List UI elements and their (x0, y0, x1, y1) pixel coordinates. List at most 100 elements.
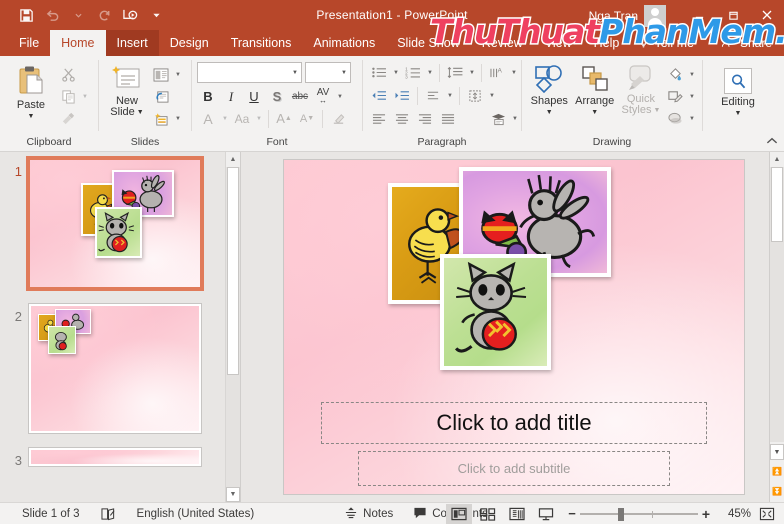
tab-home[interactable]: Home (50, 30, 106, 56)
canvas-scrollbar[interactable]: ▲ ▼ ⏫ ⏬ (769, 152, 784, 502)
shape-effects-chevron-down-icon[interactable]: ▼ (687, 108, 697, 129)
slideshow-icon[interactable] (118, 4, 142, 26)
zoom-level[interactable]: 45% (719, 508, 751, 520)
align-text-chevron-down-icon[interactable]: ▼ (445, 85, 455, 106)
customize-qat-chevron-down-icon[interactable] (144, 4, 168, 26)
font-size-chevron-down-icon[interactable]: ▼ (341, 70, 347, 76)
increase-indent-icon[interactable] (391, 85, 413, 106)
editing-chevron-down-icon[interactable]: ▼ (735, 110, 742, 117)
chevron-down-icon-undo[interactable] (66, 4, 90, 26)
new-slide-button[interactable]: New Slide ▼ (104, 62, 150, 121)
align-center-icon[interactable] (391, 108, 413, 129)
font-name-chevron-down-icon[interactable]: ▼ (292, 70, 298, 76)
increase-font-size-button[interactable]: A ▲ (273, 108, 295, 129)
minimize-button[interactable] (682, 0, 716, 30)
text-direction-chevron-down-icon[interactable]: ▼ (509, 62, 519, 83)
slide-editing-area[interactable]: Click to add title Click to add subtitle (284, 160, 744, 494)
zoom-in-button[interactable]: + (702, 506, 710, 522)
shape-effects-icon[interactable] (664, 108, 686, 129)
zoom-slider[interactable]: − + (568, 506, 710, 522)
convert-to-smartart-icon[interactable] (464, 85, 486, 106)
thumbnail-slide-2[interactable]: 2 (0, 289, 240, 434)
slideshow-view-button[interactable] (533, 504, 559, 524)
thumbnail-scrollbar-track[interactable] (226, 167, 240, 487)
tab-view[interactable]: View (534, 30, 583, 56)
bullets-icon[interactable] (368, 62, 390, 83)
shape-outline-icon[interactable] (664, 86, 686, 107)
reset-icon[interactable] (150, 86, 172, 107)
tab-design[interactable]: Design (159, 30, 220, 56)
decrease-indent-icon[interactable] (368, 85, 390, 106)
zoom-track[interactable] (579, 507, 698, 521)
thumbnail-pane-scrollbar[interactable]: ▲ ▼ (225, 152, 240, 502)
text-shadow-button[interactable]: S (266, 86, 288, 107)
thumbnail-image-3[interactable] (28, 447, 202, 467)
tab-insert[interactable]: Insert (105, 30, 159, 56)
align-right-icon[interactable] (414, 108, 436, 129)
convert-to-smartart-chevron-down-icon[interactable]: ▼ (487, 85, 497, 106)
previous-slide-button[interactable]: ⏫ (770, 462, 784, 480)
columns-chevron-down-icon[interactable]: ▼ (510, 108, 520, 129)
tell-me-box[interactable]: Tell me (630, 30, 702, 56)
change-case-chevron-down-icon[interactable]: ▼ (254, 108, 264, 129)
copy-icon[interactable] (57, 86, 79, 107)
columns-icon[interactable] (487, 108, 509, 129)
zoom-out-button[interactable]: − (568, 506, 576, 521)
canvas-scrollbar-track[interactable] (770, 167, 784, 442)
next-slide-button[interactable]: ⏬ (770, 482, 784, 500)
decrease-font-size-button[interactable]: A ▼ (296, 108, 318, 129)
arrange-button[interactable]: Arrange ▼ (572, 62, 618, 118)
numbering-icon[interactable]: 123 (402, 62, 424, 83)
thumbnail-scroll-down-arrow[interactable]: ▼ (226, 487, 240, 502)
tab-animations[interactable]: Animations (302, 30, 386, 56)
editing-button[interactable]: Editing ▼ (717, 66, 759, 119)
subtitle-placeholder[interactable]: Click to add subtitle (357, 450, 671, 486)
close-button[interactable] (750, 0, 784, 30)
shapes-chevron-down-icon[interactable]: ▼ (546, 109, 553, 116)
bullets-chevron-down-icon[interactable]: ▼ (391, 62, 401, 83)
canvas-scrollbar-thumb[interactable] (771, 167, 783, 242)
title-placeholder[interactable]: Click to add title (320, 402, 708, 444)
undo-icon[interactable] (40, 4, 64, 26)
thumbnail-image-1[interactable] (26, 156, 204, 291)
zoom-thumb[interactable] (617, 507, 624, 521)
font-size-input[interactable]: ▼ (305, 62, 351, 83)
strikethrough-button[interactable]: abc (289, 86, 311, 107)
spellcheck-icon[interactable] (90, 507, 127, 521)
thumbnail-slide-3[interactable]: 3 (0, 434, 240, 468)
justify-icon[interactable] (437, 108, 459, 129)
quick-styles-chevron-down-icon[interactable]: ▼ (653, 105, 660, 117)
tab-transitions[interactable]: Transitions (220, 30, 303, 56)
text-direction-icon[interactable]: A (486, 62, 508, 83)
layout-chevron-down-icon[interactable]: ▼ (173, 64, 183, 85)
normal-view-button[interactable] (446, 503, 473, 524)
language-indicator[interactable]: English (United States) (127, 508, 265, 520)
account-info[interactable]: Nga Tran (589, 5, 666, 27)
tab-file[interactable]: File (8, 30, 50, 56)
italic-button[interactable]: I (220, 86, 242, 107)
avatar[interactable] (644, 5, 666, 27)
shape-outline-chevron-down-icon[interactable]: ▼ (687, 86, 697, 107)
quick-styles-button[interactable]: Quick Styles ▼ (618, 62, 664, 119)
share-button[interactable]: Share (713, 36, 780, 51)
underline-button[interactable]: U (243, 86, 265, 107)
change-case-button[interactable]: Aa (231, 108, 253, 129)
align-text-icon[interactable] (422, 85, 444, 106)
section-chevron-down-icon[interactable]: ▼ (173, 108, 183, 129)
thumbnail-slide-1[interactable]: 1 (0, 152, 240, 291)
align-left-icon[interactable] (368, 108, 390, 129)
paste-chevron-down-icon[interactable]: ▼ (28, 113, 35, 120)
slide-sorter-view-button[interactable] (475, 504, 501, 524)
new-slide-chevron-down-icon[interactable]: ▼ (137, 107, 144, 119)
tab-help[interactable]: Help (583, 30, 631, 56)
redo-icon[interactable] (92, 4, 116, 26)
canvas-scroll-down-arrow[interactable]: ▼ (770, 444, 784, 460)
fit-to-window-icon[interactable] (754, 504, 780, 524)
shapes-button[interactable]: Shapes ▼ (527, 62, 572, 118)
line-spacing-chevron-down-icon[interactable]: ▼ (467, 62, 477, 83)
numbering-chevron-down-icon[interactable]: ▼ (425, 62, 435, 83)
copy-chevron-down-icon[interactable]: ▼ (80, 86, 90, 107)
font-color-chevron-down-icon[interactable]: ▼ (220, 108, 230, 129)
character-spacing-chevron-down-icon[interactable]: ▼ (335, 86, 345, 107)
restore-button[interactable] (716, 0, 750, 30)
